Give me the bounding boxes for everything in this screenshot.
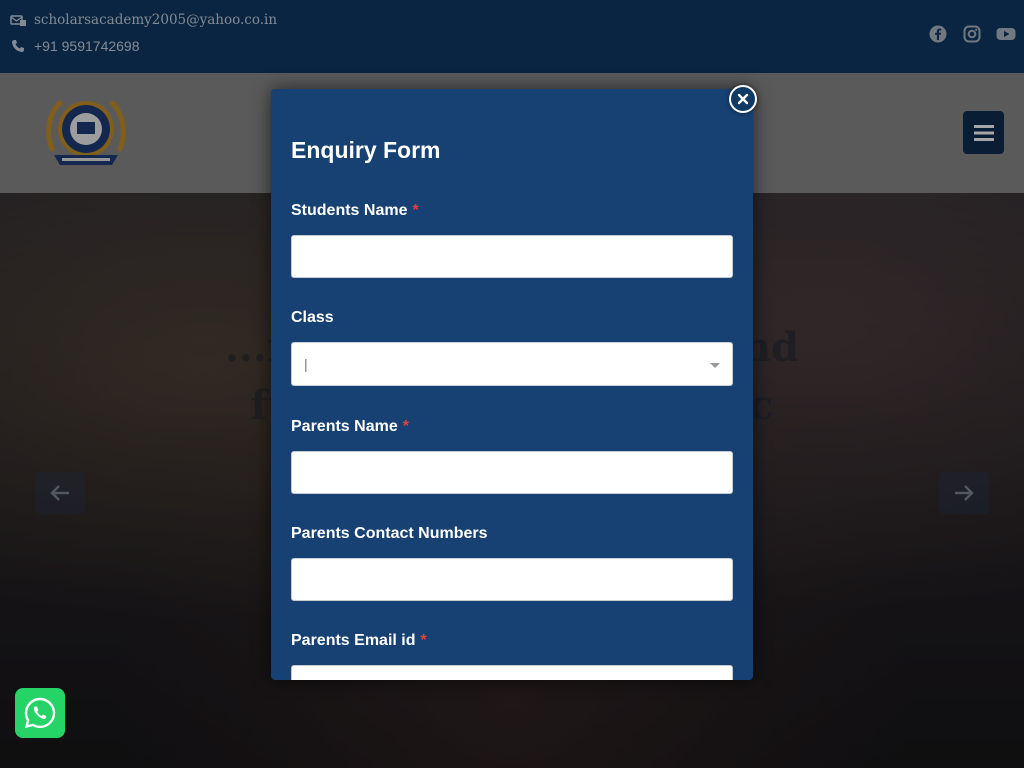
label-text: Parents Name: [291, 418, 398, 435]
students-name-label: Students Name *: [291, 202, 419, 220]
chevron-down-icon: [710, 363, 720, 368]
label-text: Students Name: [291, 202, 408, 219]
close-icon: [737, 93, 749, 105]
students-name-input[interactable]: [291, 235, 733, 278]
parents-contact-label: Parents Contact Numbers: [291, 525, 488, 542]
modal-close-button[interactable]: [729, 85, 757, 113]
required-mark: *: [412, 202, 419, 219]
modal-title: Enquiry Form: [291, 137, 441, 163]
class-label: Class: [291, 309, 334, 326]
parents-email-input[interactable]: [291, 665, 733, 680]
parents-name-label: Parents Name *: [291, 418, 409, 436]
class-select-value: |: [304, 356, 308, 372]
parents-name-input[interactable]: [291, 451, 733, 494]
whatsapp-icon: [24, 697, 56, 729]
required-mark: *: [402, 418, 409, 435]
parents-contact-input[interactable]: [291, 558, 733, 601]
label-text: Parents Email id: [291, 632, 416, 649]
whatsapp-chat-button[interactable]: [15, 688, 65, 738]
required-mark: *: [420, 632, 427, 649]
parents-email-label: Parents Email id *: [291, 632, 427, 650]
enquiry-form-modal: Enquiry Form Students Name * Class | Pare…: [271, 89, 753, 680]
class-select[interactable]: |: [291, 342, 733, 386]
